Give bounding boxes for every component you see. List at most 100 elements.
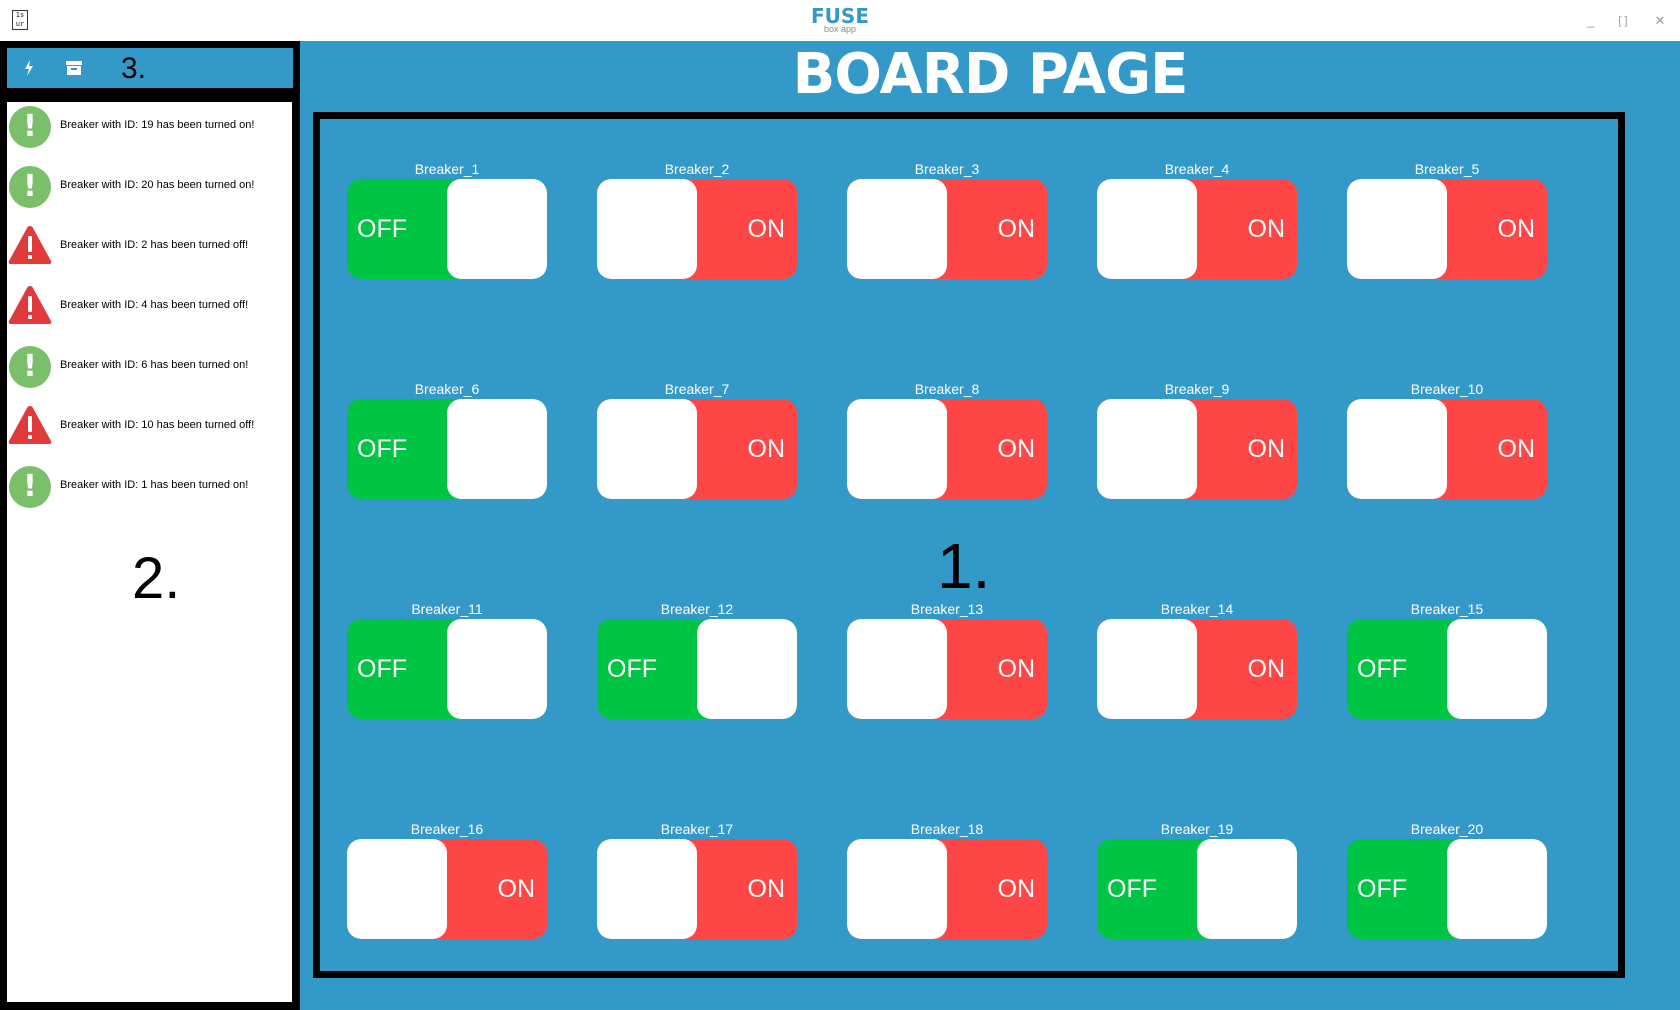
success-icon: ! (9, 466, 51, 508)
breaker-board: 1. Breaker_1 OFF Breaker_2 ON Breaker_3 ON Bre… (313, 112, 1625, 978)
toggle-knob[interactable] (1097, 619, 1197, 719)
page-title: BOARD PAGE (792, 42, 1189, 107)
breaker-label: Breaker_5 (1414, 161, 1480, 177)
breaker-toggle[interactable]: ON (1347, 179, 1547, 279)
breaker-label: Breaker_12 (660, 601, 734, 617)
breaker-toggle[interactable]: OFF (1347, 619, 1547, 719)
log-message: Breaker with ID: 4 has been turned off! (60, 299, 249, 311)
breaker-state-label: OFF (1107, 875, 1157, 903)
archive-icon[interactable] (64, 58, 84, 78)
breaker-toggle[interactable]: ON (1347, 399, 1547, 499)
toggle-knob[interactable] (347, 839, 447, 939)
breaker-4: Breaker_4 ON (1097, 161, 1297, 281)
breaker-20: Breaker_20 OFF (1347, 821, 1547, 941)
notification-log: 2. ! Breaker with ID: 19 has been turned … (7, 102, 292, 1002)
breaker-toggle[interactable]: OFF (1347, 839, 1547, 939)
log-message: Breaker with ID: 2 has been turned off! (60, 239, 249, 251)
toggle-knob[interactable] (1447, 839, 1547, 939)
breaker-12: Breaker_12 OFF (597, 601, 797, 721)
success-icon: ! (9, 346, 51, 388)
breaker-label: Breaker_6 (414, 381, 480, 397)
toggle-knob[interactable] (597, 839, 697, 939)
breaker-toggle[interactable]: ON (1097, 179, 1297, 279)
warning-icon (7, 224, 53, 266)
breaker-label: Breaker_17 (660, 821, 734, 837)
breaker-toggle[interactable]: ON (597, 839, 797, 939)
toggle-knob[interactable] (1347, 399, 1447, 499)
breaker-toggle[interactable]: ON (597, 399, 797, 499)
breaker-18: Breaker_18 ON (847, 821, 1047, 941)
breaker-toggle[interactable]: OFF (347, 179, 547, 279)
toggle-knob[interactable] (847, 179, 947, 279)
breaker-toggle[interactable]: ON (597, 179, 797, 279)
breaker-state-label: ON (1497, 435, 1536, 463)
breaker-toggle[interactable]: ON (1097, 399, 1297, 499)
warning-icon (7, 284, 53, 326)
breaker-state-label: ON (497, 875, 536, 903)
breaker-state-label: ON (747, 435, 786, 463)
warning-icon (7, 404, 53, 446)
breaker-state-label: ON (747, 215, 786, 243)
breaker-state-label: ON (1247, 655, 1286, 683)
toggle-knob[interactable] (1097, 179, 1197, 279)
toggle-knob[interactable] (447, 399, 547, 499)
breaker-3: Breaker_3 ON (847, 161, 1047, 281)
breaker-state-label: OFF (357, 215, 407, 243)
breaker-state-label: OFF (607, 655, 657, 683)
minimize-button[interactable]: _ (1582, 12, 1600, 30)
breaker-state-label: ON (1247, 215, 1286, 243)
breaker-toggle[interactable]: ON (847, 839, 1047, 939)
lightning-icon[interactable] (19, 58, 39, 78)
toggle-knob[interactable] (447, 619, 547, 719)
log-item: Breaker with ID: 4 has been turned off! (7, 282, 292, 332)
toggle-knob[interactable] (847, 839, 947, 939)
breaker-10: Breaker_10 ON (1347, 381, 1547, 501)
breaker-label: Breaker_13 (910, 601, 984, 617)
breaker-state-label: ON (997, 435, 1036, 463)
sidebar: 3. 2. ! Breaker with ID: 19 has been turn… (0, 41, 300, 1010)
log-message: Breaker with ID: 1 has been turned on! (60, 479, 249, 491)
breaker-toggle[interactable]: ON (347, 839, 547, 939)
close-button[interactable]: ✕ (1651, 12, 1669, 30)
breaker-toggle[interactable]: ON (1097, 619, 1297, 719)
breaker-toggle[interactable]: OFF (347, 619, 547, 719)
toggle-knob[interactable] (597, 179, 697, 279)
toggle-knob[interactable] (847, 619, 947, 719)
brand-logo: FUSE box app (0, 6, 1680, 34)
breaker-15: Breaker_15 OFF (1347, 601, 1547, 721)
toggle-knob[interactable] (697, 619, 797, 719)
breaker-label: Breaker_15 (1410, 601, 1484, 617)
toggle-knob[interactable] (597, 399, 697, 499)
toggle-knob[interactable] (1447, 619, 1547, 719)
breaker-toggle[interactable]: ON (847, 619, 1047, 719)
breaker-toggle[interactable]: ON (847, 399, 1047, 499)
breaker-label: Breaker_1 (414, 161, 480, 177)
log-item: ! Breaker with ID: 6 has been turned on! (7, 342, 292, 392)
log-item: ! Breaker with ID: 1 has been turned on! (7, 462, 292, 512)
breaker-state-label: ON (997, 875, 1036, 903)
breaker-label: Breaker_10 (1410, 381, 1484, 397)
breaker-5: Breaker_5 ON (1347, 161, 1547, 281)
success-icon: ! (9, 166, 51, 208)
breaker-toggle[interactable]: OFF (347, 399, 547, 499)
breaker-label: Breaker_7 (664, 381, 730, 397)
breaker-9: Breaker_9 ON (1097, 381, 1297, 501)
breaker-label: Breaker_2 (664, 161, 730, 177)
toggle-knob[interactable] (447, 179, 547, 279)
breaker-label: Breaker_14 (1160, 601, 1234, 617)
toggle-knob[interactable] (847, 399, 947, 499)
breaker-toggle[interactable]: OFF (1097, 839, 1297, 939)
breaker-state-label: ON (997, 215, 1036, 243)
toggle-knob[interactable] (1097, 399, 1197, 499)
toggle-knob[interactable] (1197, 839, 1297, 939)
breaker-label: Breaker_4 (1164, 161, 1230, 177)
breaker-2: Breaker_2 ON (597, 161, 797, 281)
breaker-19: Breaker_19 OFF (1097, 821, 1297, 941)
breaker-toggle[interactable]: OFF (597, 619, 797, 719)
maximize-button[interactable]: [ ] (1614, 12, 1632, 30)
breaker-toggle[interactable]: ON (847, 179, 1047, 279)
breaker-1: Breaker_1 OFF (347, 161, 547, 281)
breaker-6: Breaker_6 OFF (347, 381, 547, 501)
breaker-state-label: ON (997, 655, 1036, 683)
toggle-knob[interactable] (1347, 179, 1447, 279)
